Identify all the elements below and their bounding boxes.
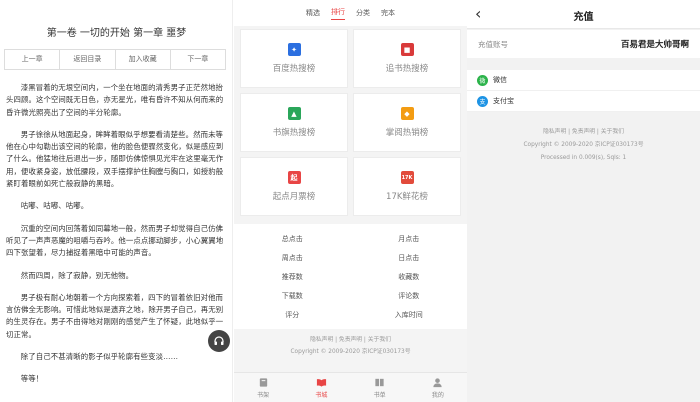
- alipay-icon: 支: [477, 95, 488, 107]
- nav-booklist[interactable]: 书单: [351, 373, 409, 402]
- recharge-panel: ‹ 充值 充值账号 百易君是大帅哥啊 微 微信 支 支付宝 隐私声明 | 免责声…: [467, 0, 700, 402]
- account-label: 充值账号: [478, 39, 508, 49]
- rank-card-zhuishu[interactable]: ■ 追书热搜榜: [353, 29, 461, 88]
- footer: 隐私声明 | 免责声明 | 关于我们 Copyright © 2009-2020…: [234, 334, 467, 358]
- recharge-header: ‹ 充值: [467, 0, 700, 29]
- back-to-toc-button[interactable]: 返回目录: [60, 50, 116, 69]
- headphones-icon[interactable]: [208, 330, 230, 352]
- chapter-nav: 上一章 返回目录 加入收藏 下一章: [4, 49, 226, 70]
- footer-links[interactable]: 隐私声明 | 免责声明 | 关于我们: [234, 334, 467, 346]
- paragraph: 等等！: [20, 374, 44, 384]
- page-title: 充值: [573, 12, 594, 23]
- paragraph: 咕嘟、咕嘟、咕嘟。: [20, 201, 89, 211]
- leaf-icon: ◆: [400, 107, 414, 120]
- nav-bookshelf[interactable]: 书架: [234, 373, 292, 402]
- tab-featured[interactable]: 精选: [306, 8, 320, 18]
- user-icon: [433, 377, 442, 387]
- rank-card-baidu[interactable]: ✦ 百度热搜榜: [240, 29, 348, 88]
- nav-bookstore[interactable]: 书城: [292, 373, 350, 402]
- nav-label: 书架: [257, 391, 270, 399]
- tab-ranking[interactable]: 排行: [331, 7, 345, 20]
- rank-card-label: 起点月票榜: [272, 192, 316, 202]
- metrics-list: 总点击 月点击 周点击 日点击 推荐数 收藏数 下载数 评论数 评分 入库时间: [234, 224, 467, 329]
- ranking-panel: 精选 排行 分类 完本 ✦ 百度热搜榜 ■ 追书热搜榜 ▲ 书旗热搜榜 ◆ 掌阅…: [234, 0, 467, 402]
- paragraph: 除了自己不甚清晰的影子似乎轮廓有些变淡……: [20, 352, 179, 362]
- bottom-nav: 书架 书城 书单 我的: [234, 372, 467, 402]
- nav-mine[interactable]: 我的: [409, 373, 467, 402]
- account-value: 百易君是大帅哥啊: [620, 40, 689, 50]
- footer: 隐私声明 | 免责声明 | 关于我们 Copyright © 2009-2020…: [467, 126, 700, 165]
- paragraph: 男子极有耐心地朝着一个方向探索着，四下的冒着依旧对他而言仿佛全无影响。可惜此地似…: [6, 292, 224, 339]
- nav-label: 我的: [431, 391, 444, 399]
- 17k-icon: 17K: [400, 171, 414, 184]
- nav-label: 书城: [315, 391, 328, 399]
- footer-copyright: Copyright © 2009-2020 京ICP证030173号: [290, 349, 411, 355]
- pay-option-wechat[interactable]: 微 微信: [467, 70, 700, 91]
- pay-option-alipay[interactable]: 支 支付宝: [467, 91, 700, 112]
- tab-completed[interactable]: 完本: [381, 8, 395, 18]
- rank-card-17k[interactable]: 17K 17K鲜花榜: [353, 157, 461, 216]
- metric-comments[interactable]: 评论数: [351, 287, 468, 306]
- nav-label: 书单: [373, 391, 386, 399]
- ranking-grid: ✦ 百度热搜榜 ■ 追书热搜榜 ▲ 书旗热搜榜 ◆ 掌阅热销榜 起 起点月票榜 …: [234, 26, 467, 216]
- qidian-icon: 起: [287, 171, 301, 184]
- paragraph: 漆黑冒着的无垠空间内，一个坐在地面的清秀男子正茫然地抬头四顾。这个空间既无日色，…: [6, 83, 224, 117]
- rank-card-label: 书旗热搜榜: [272, 128, 316, 138]
- metric-daily-clicks[interactable]: 日点击: [351, 249, 468, 268]
- paw-icon: ✦: [287, 43, 301, 56]
- footer-processed: Processed in 0.009(s), Sqls: 1: [540, 155, 627, 161]
- booklist-icon: [375, 378, 384, 386]
- rank-card-label: 追书热搜榜: [385, 64, 429, 74]
- book-open-icon: [316, 378, 326, 387]
- metric-downloads[interactable]: 下载数: [234, 287, 351, 306]
- rank-card-zhangyue[interactable]: ◆ 掌阅热销榜: [353, 93, 461, 152]
- account-row: 充值账号 百易君是大帅哥啊: [467, 30, 700, 58]
- add-favorite-button[interactable]: 加入收藏: [116, 50, 171, 69]
- rank-card-qidian[interactable]: 起 起点月票榜: [240, 157, 348, 216]
- rank-card-label: 百度热搜榜: [272, 64, 316, 74]
- reader-panel: 第一卷 一切的开始 第一章 噩梦 上一章 返回目录 加入收藏 下一章 漆黑冒着的…: [0, 0, 233, 402]
- footer-links[interactable]: 隐私声明 | 免责声明 | 关于我们: [467, 126, 700, 139]
- bookshelf-icon: [259, 377, 267, 387]
- metric-added-time[interactable]: 入库时间: [351, 306, 468, 325]
- footer-copyright: Copyright © 2009-2020 京ICP证030173号: [523, 142, 644, 148]
- metric-total-clicks[interactable]: 总点击: [234, 230, 351, 249]
- flag-icon: ▲: [287, 107, 301, 120]
- metric-monthly-clicks[interactable]: 月点击: [351, 230, 468, 249]
- chapter-body: 漆黑冒着的无垠空间内，一个坐在地面的清秀男子正茫然地抬头四顾。这个空间既无日色，…: [6, 82, 224, 396]
- chapter-title: 第一卷 一切的开始 第一章 噩梦: [46, 28, 187, 39]
- rank-card-label: 17K鲜花榜: [386, 192, 428, 202]
- prev-chapter-button[interactable]: 上一章: [5, 50, 61, 69]
- rank-card-label: 掌阅热销榜: [385, 128, 429, 138]
- metric-favorites[interactable]: 收藏数: [351, 268, 468, 287]
- book-red-icon: ■: [400, 43, 414, 56]
- pay-label: 支付宝: [493, 97, 514, 105]
- tab-category[interactable]: 分类: [356, 8, 370, 18]
- metric-recommends[interactable]: 推荐数: [234, 268, 351, 287]
- wechat-icon: 微: [477, 74, 488, 86]
- payment-methods: 微 微信 支 支付宝: [467, 70, 700, 112]
- metric-weekly-clicks[interactable]: 周点击: [234, 249, 351, 268]
- next-chapter-button[interactable]: 下一章: [171, 50, 225, 69]
- top-tabs: 精选 排行 分类 完本: [234, 0, 467, 26]
- rank-card-shuqi[interactable]: ▲ 书旗热搜榜: [240, 93, 348, 152]
- paragraph: 沉重的空间内回荡着如同幕地一般，然而男子却觉得自己仿佛听见了一声声恶魔的咀嚼与吞…: [6, 223, 224, 258]
- pay-label: 微信: [493, 76, 507, 84]
- paragraph: 然而四周，除了寂静，别无他物。: [20, 270, 134, 280]
- metric-score[interactable]: 评分: [234, 306, 351, 325]
- paragraph: 男子徐徐从地面起身，眸眸着眼似乎想要看清楚些。然而未等他在心中勾勒出该空间的轮廓…: [6, 129, 224, 189]
